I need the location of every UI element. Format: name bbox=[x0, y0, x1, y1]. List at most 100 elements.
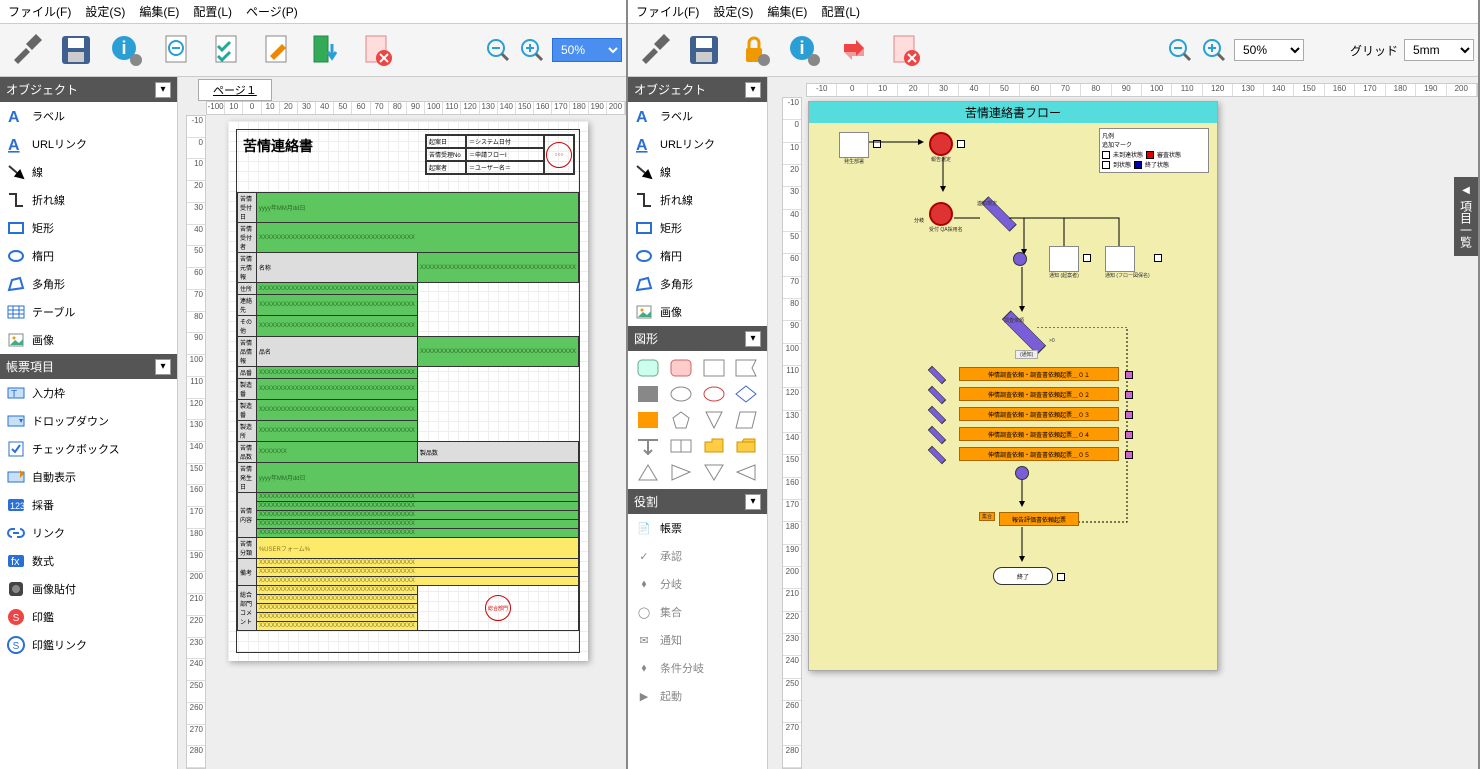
flow-diamond-small[interactable] bbox=[927, 429, 947, 441]
shape-cell-16[interactable] bbox=[634, 461, 662, 483]
palette-item-数式[interactable]: fx数式 bbox=[0, 547, 177, 575]
menu-settings[interactable]: 設定(S) bbox=[85, 3, 125, 20]
palette-item-線[interactable]: 線 bbox=[0, 158, 177, 186]
shape-cell-15[interactable] bbox=[732, 435, 760, 457]
chevron-down-icon[interactable]: ▾ bbox=[155, 359, 171, 375]
zoom-out-icon[interactable] bbox=[484, 36, 512, 64]
palette-item-URLリンク[interactable]: AURLリンク bbox=[0, 130, 177, 158]
zoom-select[interactable]: 50% bbox=[552, 38, 622, 62]
palette-item-リンク[interactable]: リンク bbox=[0, 519, 177, 547]
role-item-条件分岐[interactable]: ⬧条件分岐 bbox=[628, 654, 767, 682]
palette-item-ラベル[interactable]: Aラベル bbox=[0, 102, 177, 130]
zoom-out-icon[interactable] bbox=[1166, 36, 1194, 64]
flow-task-3[interactable]: 伸情調査依頼・調査書依頼起票＿０３ bbox=[959, 407, 1119, 421]
doc-zoomout-icon[interactable] bbox=[154, 28, 198, 72]
shape-cell-5[interactable] bbox=[667, 383, 695, 405]
palette-item-画像[interactable]: 画像 bbox=[0, 326, 177, 354]
palette-item-楕円[interactable]: 楕円 bbox=[0, 242, 177, 270]
flow-terminator[interactable]: 終了 bbox=[993, 567, 1053, 585]
shape-cell-3[interactable] bbox=[732, 357, 760, 379]
save-icon[interactable] bbox=[682, 28, 726, 72]
zoom-in-icon[interactable] bbox=[518, 36, 546, 64]
page-check-icon[interactable] bbox=[204, 28, 248, 72]
right-canvas[interactable]: -100102030405060708090100110120130140150… bbox=[768, 77, 1478, 769]
palette-item-矩形[interactable]: 矩形 bbox=[628, 214, 767, 242]
flow-task-1[interactable]: 伸情調査依頼・調査書依頼起票＿０１ bbox=[959, 367, 1119, 381]
palette-item-テーブル[interactable]: テーブル bbox=[0, 298, 177, 326]
flow-task-4[interactable]: 伸情調査依頼・調査書依頼起票＿０４ bbox=[959, 427, 1119, 441]
page-tab[interactable]: ページ１ bbox=[198, 79, 272, 101]
swap-icon[interactable] bbox=[832, 28, 876, 72]
chevron-down-icon[interactable]: ▾ bbox=[155, 82, 171, 98]
shape-cell-12[interactable] bbox=[634, 435, 662, 457]
shape-cell-18[interactable] bbox=[700, 461, 728, 483]
palette-item-線[interactable]: 線 bbox=[628, 158, 767, 186]
shape-cell-7[interactable] bbox=[732, 383, 760, 405]
flow-diamond-small[interactable] bbox=[927, 389, 947, 401]
menu-layout[interactable]: 配置(L) bbox=[821, 3, 860, 20]
palette-item-自動表示[interactable]: 自動表示 bbox=[0, 463, 177, 491]
palette-item-画像[interactable]: 画像 bbox=[628, 298, 767, 326]
collect-task[interactable]: 報告評価書依頼起票 bbox=[999, 512, 1079, 526]
grid-select[interactable]: 5mm bbox=[1404, 39, 1474, 61]
objects-header[interactable]: オブジェクト▾ bbox=[0, 77, 177, 102]
shape-cell-10[interactable] bbox=[700, 409, 728, 431]
flow-task-2[interactable]: 伸情調査依頼・調査書依頼起票＿０２ bbox=[959, 387, 1119, 401]
save-icon[interactable] bbox=[54, 28, 98, 72]
menu-page[interactable]: ページ(P) bbox=[246, 3, 298, 20]
role-item-分岐[interactable]: ⬧分岐 bbox=[628, 570, 767, 598]
lock-gear-icon[interactable] bbox=[732, 28, 776, 72]
form-page[interactable]: 苦情連絡書 起案日＝システム日付 苦情受理No＝申請フローI 起案者＝ユーザー名… bbox=[228, 121, 588, 661]
roles-header[interactable]: 役割▾ bbox=[628, 489, 767, 514]
palette-item-URLリンク[interactable]: AURLリンク bbox=[628, 130, 767, 158]
menu-settings[interactable]: 設定(S) bbox=[713, 3, 753, 20]
palette-item-チェックボックス[interactable]: チェックボックス bbox=[0, 435, 177, 463]
flow-diamond-small[interactable] bbox=[927, 409, 947, 421]
flow-diamond-small[interactable] bbox=[927, 449, 947, 461]
palette-item-入力枠[interactable]: T入力枠 bbox=[0, 379, 177, 407]
shape-cell-14[interactable] bbox=[700, 435, 728, 457]
shape-cell-2[interactable] bbox=[700, 357, 728, 379]
menu-edit[interactable]: 編集(E) bbox=[139, 3, 179, 20]
flow-circle-connector-2[interactable] bbox=[1015, 466, 1029, 480]
palette-item-楕円[interactable]: 楕円 bbox=[628, 242, 767, 270]
palette-item-多角形[interactable]: 多角形 bbox=[628, 270, 767, 298]
flow-circle-connector[interactable] bbox=[1013, 252, 1027, 266]
flow-task-5[interactable]: 伸情調査依頼・調査書依頼起票＿０５ bbox=[959, 447, 1119, 461]
role-item-承認[interactable]: ✓承認 bbox=[628, 542, 767, 570]
menu-edit[interactable]: 編集(E) bbox=[767, 3, 807, 20]
shape-cell-11[interactable] bbox=[732, 409, 760, 431]
objects-header[interactable]: オブジェクト▾ bbox=[628, 77, 767, 102]
shape-cell-8[interactable] bbox=[634, 409, 662, 431]
menu-file[interactable]: ファイル(F) bbox=[8, 3, 71, 20]
shape-cell-6[interactable] bbox=[700, 383, 728, 405]
chevron-down-icon[interactable]: ▾ bbox=[745, 331, 761, 347]
flow-page[interactable]: 苦情連絡書フロー 凡例 追加マーク 未到達状態審査状態到状態終了状態 発生部署 … bbox=[808, 101, 1218, 671]
palette-item-折れ線[interactable]: 折れ線 bbox=[628, 186, 767, 214]
shape-cell-4[interactable] bbox=[634, 383, 662, 405]
menu-file[interactable]: ファイル(F) bbox=[636, 3, 699, 20]
palette-item-採番[interactable]: 123採番 bbox=[0, 491, 177, 519]
page-delete-icon[interactable] bbox=[882, 28, 926, 72]
palette-item-画像貼付[interactable]: 画像貼付 bbox=[0, 575, 177, 603]
page-delete-icon[interactable] bbox=[354, 28, 398, 72]
info-gear-icon[interactable]: i bbox=[782, 28, 826, 72]
shape-cell-19[interactable] bbox=[732, 461, 760, 483]
shapes-header[interactable]: 図形▾ bbox=[628, 326, 767, 351]
palette-item-ドロップダウン[interactable]: ドロップダウン bbox=[0, 407, 177, 435]
zoom-in-icon[interactable] bbox=[1200, 36, 1228, 64]
chevron-down-icon[interactable]: ▾ bbox=[745, 494, 761, 510]
hammer-icon[interactable] bbox=[632, 28, 676, 72]
shape-cell-9[interactable] bbox=[667, 409, 695, 431]
side-tab-items[interactable]: ◀項目一覧 bbox=[1454, 177, 1478, 256]
zoom-select[interactable]: 50% bbox=[1234, 39, 1304, 61]
flow-diamond-small[interactable] bbox=[927, 369, 947, 381]
role-item-起動[interactable]: ▶起動 bbox=[628, 682, 767, 710]
chevron-down-icon[interactable]: ▾ bbox=[745, 82, 761, 98]
shape-cell-17[interactable] bbox=[667, 461, 695, 483]
shape-cell-1[interactable] bbox=[667, 357, 695, 379]
palette-item-ラベル[interactable]: Aラベル bbox=[628, 102, 767, 130]
page-edit-icon[interactable] bbox=[254, 28, 298, 72]
role-item-通知[interactable]: ✉通知 bbox=[628, 626, 767, 654]
role-item-集合[interactable]: ◯集合 bbox=[628, 598, 767, 626]
